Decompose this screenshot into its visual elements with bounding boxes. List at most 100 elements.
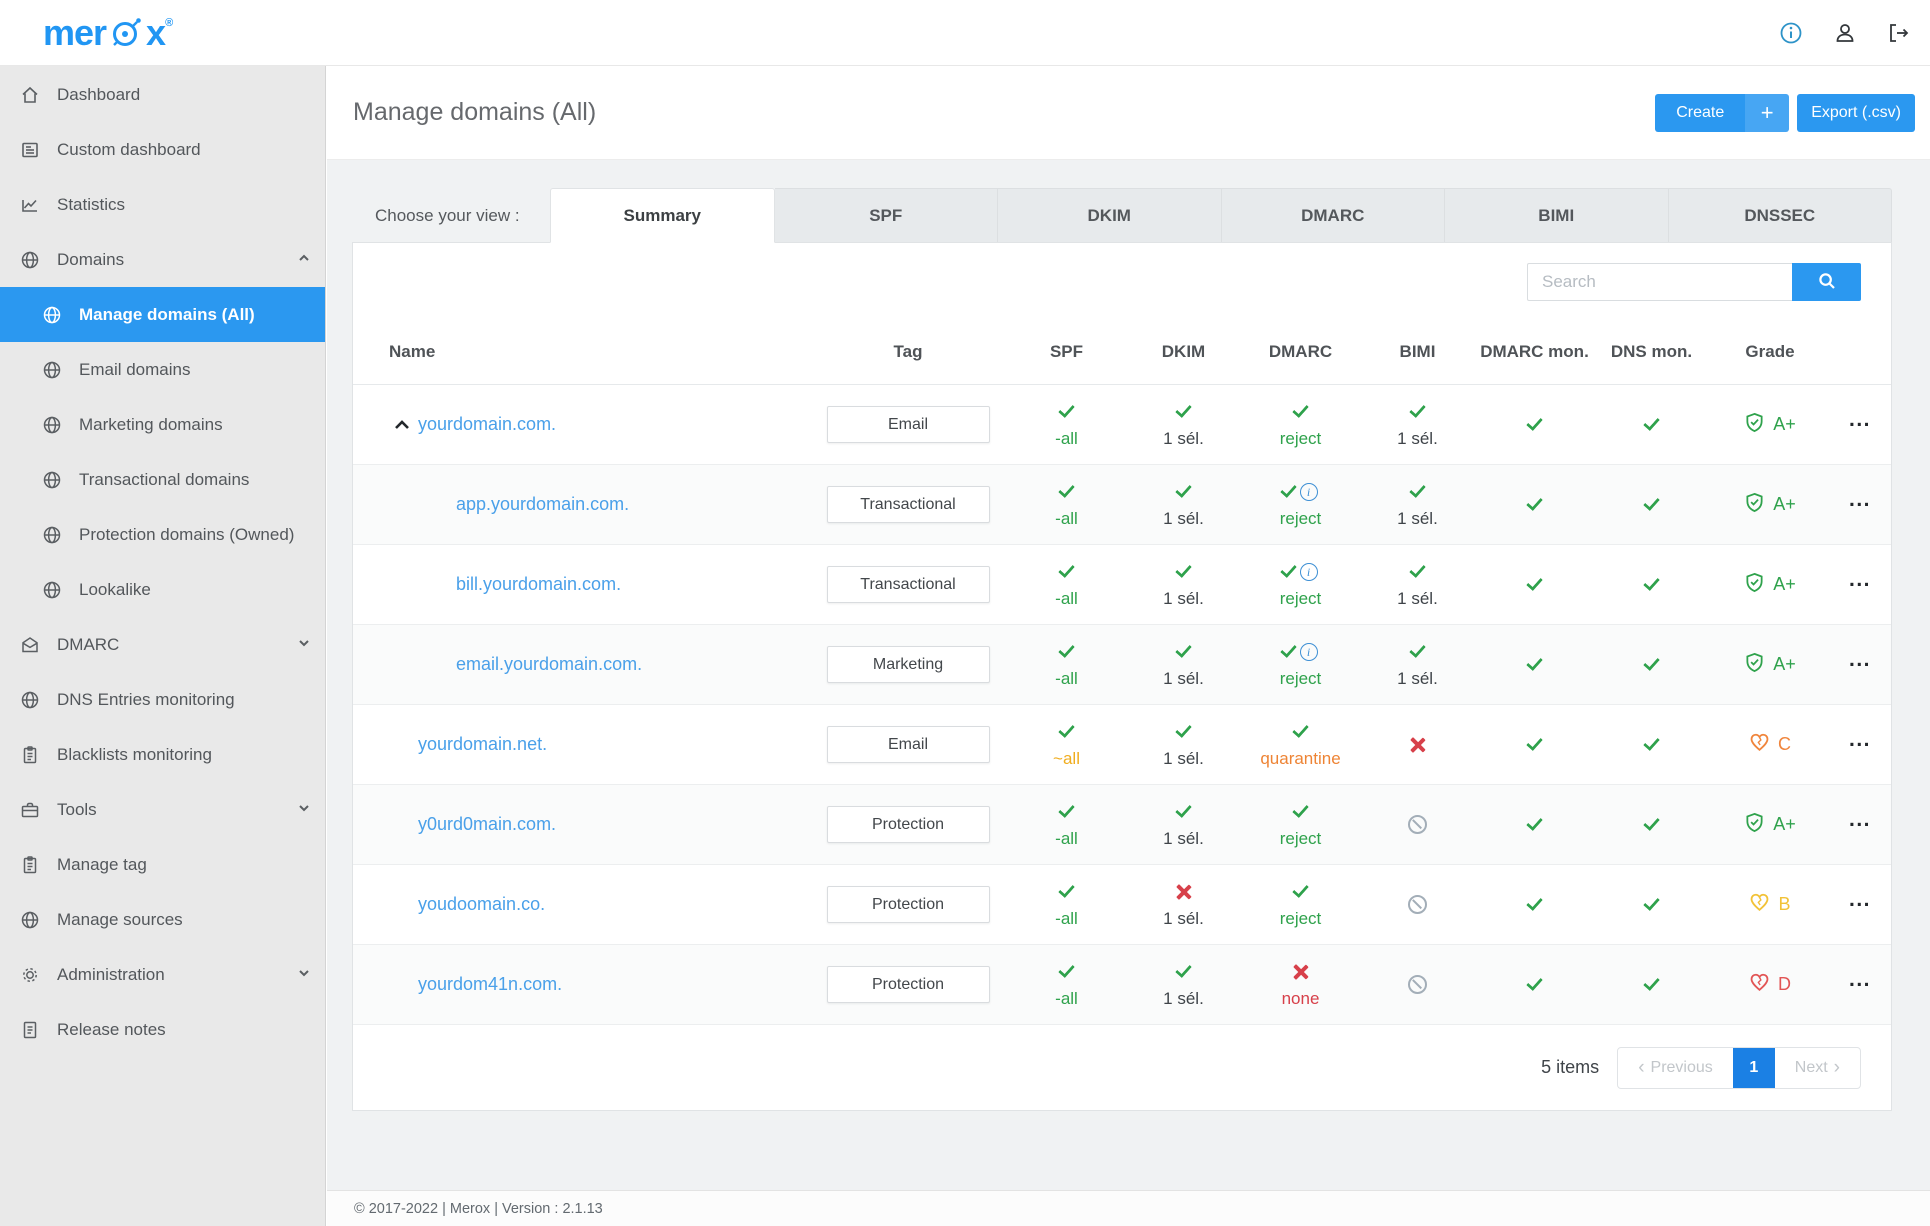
info-icon[interactable]: i (1299, 562, 1318, 581)
dmarc-value: quarantine (1260, 748, 1341, 768)
tab-summary[interactable]: Summary (550, 188, 775, 243)
create-button[interactable]: Create + (1655, 93, 1790, 132)
row-actions-button[interactable]: ... (1849, 889, 1871, 912)
statistics-icon (19, 194, 40, 215)
domain-link[interactable]: bill.yourdomain.com. (456, 574, 621, 595)
table-row: yourdomain.com. Email -all 1 sél. reject… (353, 385, 1891, 465)
domain-link[interactable]: y0urd0main.com. (418, 814, 556, 835)
domain-link[interactable]: youdoomain.co. (418, 894, 545, 915)
column-header-bimi: BIMI (1399, 341, 1436, 361)
status-check-icon (1526, 733, 1543, 752)
merox-logo[interactable]: mer x ® (43, 14, 173, 51)
dmarc-value: none (1281, 988, 1320, 1008)
mail-open-icon (19, 634, 40, 655)
search-button[interactable] (1792, 263, 1861, 301)
sidebar-item-release-notes[interactable]: Release notes (0, 1002, 325, 1057)
sidebar-item-manage-domains-all[interactable]: Manage domains (All) (0, 287, 325, 342)
status-check-icon (1526, 493, 1543, 512)
footer: © 2017-2022 | Merox | Version : 2.1.13 (327, 1190, 1930, 1226)
status-check-icon (1175, 800, 1192, 819)
domain-link[interactable]: email.yourdomain.com. (456, 654, 642, 675)
column-header-spf: SPF (1049, 341, 1084, 361)
sidebar-item-dns-entries-monitoring[interactable]: DNS Entries monitoring (0, 672, 325, 727)
sidebar-item-tools[interactable]: Tools (0, 782, 325, 837)
table-row: y0urd0main.com. Protection -all 1 sél. r… (353, 785, 1891, 865)
tab-bimi[interactable]: BIMI (1445, 188, 1669, 243)
table-row: yourdom41n.com. Protection -all 1 sél. n… (353, 945, 1891, 1025)
status-check-icon (1058, 400, 1075, 419)
search-input[interactable] (1527, 263, 1792, 301)
user-account-icon[interactable] (1832, 20, 1858, 46)
sidebar-item-marketing-domains[interactable]: Marketing domains (0, 397, 325, 452)
sidebar-item-transactional-domains[interactable]: Transactional domains (0, 452, 325, 507)
bimi-value: 1 sél. (1397, 508, 1438, 528)
logo-orbit-icon (113, 17, 141, 46)
status-cross-icon (1410, 737, 1426, 753)
sidebar-item-dashboard[interactable]: Dashboard (0, 67, 325, 122)
status-check-icon (1279, 560, 1297, 579)
sidebar-item-statistics[interactable]: Statistics (0, 177, 325, 232)
dmarc-value: reject (1279, 668, 1322, 688)
sidebar-item-manage-tag[interactable]: Manage tag (0, 837, 325, 892)
sidebar-item-lookalike[interactable]: Lookalike (0, 562, 325, 617)
plus-icon: + (1745, 93, 1790, 132)
status-cross-icon (1176, 884, 1192, 900)
sidebar-item-dmarc[interactable]: DMARC (0, 617, 325, 672)
status-check-icon (1526, 653, 1543, 672)
status-check-icon (1643, 973, 1660, 992)
pager: ‹ Previous 1 Next › (1617, 1046, 1861, 1089)
row-actions-button[interactable]: ... (1849, 809, 1871, 832)
status-check-icon (1643, 653, 1660, 672)
info-icon[interactable]: i (1299, 642, 1318, 661)
search-icon (1817, 271, 1837, 294)
sidebar-item-protection-domains[interactable]: Protection domains (Owned) (0, 507, 325, 562)
sidebar-item-administration[interactable]: Administration (0, 947, 325, 1002)
tab-spf[interactable]: SPF (774, 188, 998, 243)
sidebar-item-email-domains[interactable]: Email domains (0, 342, 325, 397)
row-actions-button[interactable]: ... (1849, 409, 1871, 432)
status-check-icon (1292, 720, 1309, 739)
sidebar-item-custom-dashboard[interactable]: Custom dashboard (0, 122, 325, 177)
info-icon[interactable] (1778, 20, 1804, 46)
tab-dkim[interactable]: DKIM (998, 188, 1222, 243)
status-check-icon (1058, 640, 1075, 659)
collapse-chevron-icon[interactable] (393, 417, 411, 433)
next-page-button[interactable]: Next › (1775, 1048, 1860, 1088)
info-icon[interactable]: i (1299, 482, 1318, 501)
globe-icon (19, 909, 40, 930)
globe-icon (41, 359, 62, 380)
domain-link[interactable]: yourdom41n.com. (418, 974, 562, 995)
logout-icon[interactable] (1886, 20, 1912, 46)
tab-dnssec[interactable]: DNSSEC (1668, 188, 1892, 243)
document-icon (19, 1019, 40, 1040)
tag-badge: Protection (826, 966, 990, 1003)
domain-link[interactable]: yourdomain.com. (418, 414, 556, 435)
tag-badge: Protection (826, 806, 990, 843)
row-actions-button[interactable]: ... (1849, 569, 1871, 592)
sidebar-item-domains[interactable]: Domains (0, 232, 325, 287)
status-check-icon (1292, 400, 1309, 419)
row-actions-button[interactable]: ... (1849, 489, 1871, 512)
tab-dmarc[interactable]: DMARC (1221, 188, 1445, 243)
main-area: Manage domains (All) Create + Export (.c… (327, 66, 1930, 1226)
export-csv-button[interactable]: Export (.csv) (1797, 93, 1915, 132)
grade-letter: C (1778, 734, 1791, 754)
row-actions-button[interactable]: ... (1849, 649, 1871, 672)
status-check-icon (1526, 813, 1543, 832)
status-check-icon (1058, 720, 1075, 739)
tag-badge: Transactional (826, 486, 990, 523)
spf-value: -all (1055, 588, 1078, 608)
domain-link[interactable]: app.yourdomain.com. (456, 494, 629, 515)
sidebar-item-blacklists-monitoring[interactable]: Blacklists monitoring (0, 727, 325, 782)
spf-value: ~all (1053, 748, 1080, 768)
broken-heart-icon (1749, 732, 1770, 758)
previous-page-button[interactable]: ‹ Previous (1618, 1048, 1733, 1088)
domain-link[interactable]: yourdomain.net. (418, 734, 547, 755)
sidebar-item-manage-sources[interactable]: Manage sources (0, 892, 325, 947)
status-check-icon (1526, 413, 1543, 432)
dkim-value: 1 sél. (1163, 748, 1204, 768)
current-page-button[interactable]: 1 (1732, 1047, 1775, 1088)
row-actions-button[interactable]: ... (1849, 969, 1871, 992)
row-actions-button[interactable]: ... (1849, 729, 1871, 752)
tag-badge: Marketing (826, 646, 990, 683)
